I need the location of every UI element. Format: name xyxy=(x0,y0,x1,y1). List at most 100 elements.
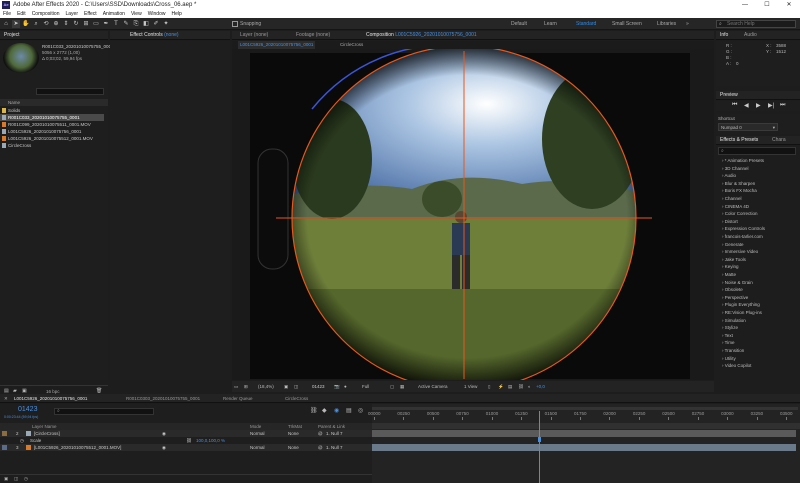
timeline-tab-active[interactable]: L001C5926_20201010075756_0001 xyxy=(14,394,87,403)
layer-label-color[interactable] xyxy=(2,445,7,450)
brush-tool-icon[interactable]: ✎ xyxy=(122,20,130,28)
visibility-eye-icon[interactable]: ◉ xyxy=(162,444,166,451)
rectangle-tool-icon[interactable]: ▭ xyxy=(92,20,100,28)
timeline-tab[interactable]: CircleCross xyxy=(285,394,308,403)
roto-brush-tool-icon[interactable]: ✐ xyxy=(152,20,160,28)
effects-category-item[interactable]: › Expression Controls xyxy=(718,225,798,232)
effects-category-item[interactable]: › Boris FX Mocha xyxy=(718,187,798,194)
constrain-proportions-icon[interactable]: ⛓ xyxy=(186,437,192,444)
last-frame-button[interactable]: ⏭ xyxy=(780,102,785,109)
resolution-dropdown[interactable]: Full xyxy=(362,381,369,392)
parent-pickwhip-icon[interactable]: @ xyxy=(318,430,323,437)
project-search-input[interactable] xyxy=(36,88,104,95)
search-help-box[interactable]: ⌕ xyxy=(716,20,796,28)
timeline-tab[interactable]: R001C0303_20201010075755_0001 xyxy=(126,394,200,403)
effects-category-item[interactable]: › CINEMA 4D xyxy=(718,203,798,210)
tab-project[interactable]: Project xyxy=(4,31,20,40)
composition-flowchart-icon[interactable]: ⛓ xyxy=(310,407,318,414)
menu-composition[interactable]: Composition xyxy=(32,10,60,18)
effects-category-item[interactable]: › Distort xyxy=(718,218,798,225)
tab-layer[interactable]: Layer (none) xyxy=(240,31,268,40)
timeline-search-input[interactable] xyxy=(64,409,152,414)
tab-character[interactable]: Chara xyxy=(772,136,786,145)
tab-footage[interactable]: Footage (none) xyxy=(296,31,330,40)
search-help-input[interactable] xyxy=(727,21,793,27)
project-item[interactable]: L001C5926_20201010075512_0001.MOV xyxy=(0,135,104,142)
menu-edit[interactable]: Edit xyxy=(17,10,26,18)
timeline-current-time[interactable]: 01423 xyxy=(18,406,37,413)
workspace-small-screen[interactable]: Small Screen xyxy=(612,21,642,27)
effects-category-item[interactable]: › Utility xyxy=(718,355,798,362)
pen-tool-icon[interactable]: ✒ xyxy=(102,20,110,28)
fast-previews-icon[interactable]: ⚡ xyxy=(498,381,504,392)
home-icon[interactable]: ⌂ xyxy=(2,20,10,28)
effects-category-item[interactable]: › RE:Vision Plug-ins xyxy=(718,309,798,316)
current-time-display[interactable]: 01423 xyxy=(312,381,325,392)
work-area-bar[interactable] xyxy=(372,407,798,410)
effects-category-item[interactable]: › Obsolete xyxy=(718,286,798,293)
parent-pickwhip-icon[interactable]: @ xyxy=(318,444,323,451)
previous-frame-button[interactable]: ◀ xyxy=(744,102,749,109)
effects-category-item[interactable]: › Audio xyxy=(718,172,798,179)
column-layer-name[interactable]: Layer Name xyxy=(32,423,57,430)
tab-info[interactable]: Info xyxy=(720,31,728,40)
tab-preview[interactable]: Preview xyxy=(720,91,738,100)
3d-view-dropdown[interactable]: Active Camera xyxy=(418,381,448,392)
rotate-tool-icon[interactable]: ↻ xyxy=(72,20,80,28)
project-item[interactable]: CircleCross xyxy=(0,142,104,149)
effects-category-item[interactable]: › * Animation Presets xyxy=(718,157,798,164)
effects-category-item[interactable]: › Jake Tools xyxy=(718,256,798,263)
effects-category-item[interactable]: › Blur & Sharpen xyxy=(718,180,798,187)
next-frame-button[interactable]: ▶| xyxy=(768,102,774,109)
tab-effects-presets[interactable]: Effects & Presets xyxy=(720,136,758,145)
project-item[interactable]: R001C099_20201010075511_0001.MOV xyxy=(0,121,104,128)
grid-icon[interactable]: ⊞ xyxy=(244,381,248,392)
shy-layers-icon[interactable]: ◉ xyxy=(334,407,339,414)
workspace-learn[interactable]: Learn xyxy=(544,21,557,27)
workspace-overflow-icon[interactable]: » xyxy=(686,21,689,27)
snapshot-icon[interactable]: 📷 xyxy=(334,381,340,392)
column-trkmat[interactable]: TrkMat xyxy=(288,423,302,430)
layer-row[interactable]: 2 [CircleCross] ◉ Normal None @ 1. Null … xyxy=(0,430,372,437)
minimize-button[interactable]: — xyxy=(734,0,756,10)
effects-category-item[interactable]: › Generate xyxy=(718,241,798,248)
mask-visibility-icon[interactable]: ◫ xyxy=(294,381,298,392)
project-item[interactable]: L001C5926_20201010075756_0001 xyxy=(0,128,104,135)
project-item[interactable]: Solids xyxy=(0,107,104,114)
tab-composition[interactable]: Composition L001C5926_20201010075756_000… xyxy=(366,31,477,40)
flowchart-icon[interactable]: ⛓ xyxy=(518,381,524,392)
timeline-search-box[interactable]: ⌕ xyxy=(54,408,154,415)
menu-effect[interactable]: Effect xyxy=(84,10,97,18)
effects-category-item[interactable]: › Channel xyxy=(718,195,798,202)
effects-category-item[interactable]: › Stylize xyxy=(718,324,798,331)
zoom-tool-icon[interactable]: ⌕ xyxy=(32,20,40,28)
eraser-tool-icon[interactable]: ◧ xyxy=(142,20,150,28)
effects-category-item[interactable]: › Matte xyxy=(718,271,798,278)
close-button[interactable]: ✕ xyxy=(778,0,800,10)
effects-category-item[interactable]: › Video Copilot xyxy=(718,362,798,369)
effects-category-item[interactable]: › Keying xyxy=(718,263,798,270)
effects-category-item[interactable]: › Noise & Grain xyxy=(718,279,798,286)
project-item[interactable]: R001C033_20201010075755_0001 xyxy=(0,114,104,121)
menu-help[interactable]: Help xyxy=(171,10,181,18)
hand-tool-icon[interactable]: ✋ xyxy=(22,20,30,28)
tab-effect-controls[interactable]: Effect Controls (none) xyxy=(130,31,179,40)
layer-bar-footage[interactable] xyxy=(372,444,796,451)
scale-value[interactable]: 100,0,100,0 % xyxy=(196,437,225,444)
layer-row[interactable]: 3 [L001C5926_20201010075512_0001.MOV] ◉ … xyxy=(0,444,372,451)
dolly-tool-icon[interactable]: ⇕ xyxy=(62,20,70,28)
frame-blending-icon[interactable]: ▤ xyxy=(346,407,352,414)
always-preview-icon[interactable]: ▭ xyxy=(234,381,238,392)
playhead[interactable] xyxy=(538,411,540,483)
effects-category-item[interactable]: › Immersive Video xyxy=(718,248,798,255)
column-parent[interactable]: Parent & Link xyxy=(318,423,345,430)
column-name[interactable]: Name xyxy=(8,100,20,105)
view-layout-dropdown[interactable]: 1 View xyxy=(464,381,477,392)
keyframe-marker[interactable] xyxy=(537,437,541,442)
layer-label-color[interactable] xyxy=(2,431,7,436)
clone-stamp-tool-icon[interactable]: ⎘ xyxy=(132,20,140,28)
close-tab-icon[interactable]: ✕ xyxy=(4,394,10,403)
orbit-tool-icon[interactable]: ⟲ xyxy=(42,20,50,28)
composition-viewer[interactable] xyxy=(232,49,714,380)
draft-3d-icon[interactable]: ◆ xyxy=(322,407,327,414)
